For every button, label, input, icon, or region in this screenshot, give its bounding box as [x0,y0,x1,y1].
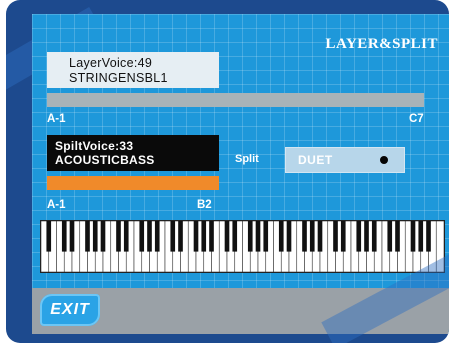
black-key[interactable] [426,221,431,252]
black-key[interactable] [263,221,269,252]
black-key[interactable] [201,221,207,252]
black-key[interactable] [69,221,75,252]
layer-range-end: C7 [409,113,424,125]
duet-label: DUET [298,153,333,167]
keyboard-keys [41,221,444,272]
layer-range-bar [47,93,424,107]
black-key[interactable] [340,221,346,252]
layer-range-start: A-1 [47,113,66,125]
black-key[interactable] [116,221,121,252]
black-key[interactable] [302,221,307,252]
black-key[interactable] [139,221,145,252]
exit-label: EXIT [50,301,90,318]
split-label: Split [235,153,259,165]
black-key[interactable] [61,221,67,252]
black-key[interactable] [247,221,253,252]
black-key[interactable] [224,221,230,252]
black-key[interactable] [178,221,183,252]
black-key[interactable] [387,221,393,252]
piano-keyboard-icon[interactable] [40,220,445,273]
black-key[interactable] [364,221,369,252]
black-key[interactable] [255,221,261,252]
black-key[interactable] [286,221,292,252]
black-key[interactable] [154,221,160,252]
black-key[interactable] [418,221,424,252]
duet-indicator-icon [380,156,388,164]
black-key[interactable] [333,221,338,252]
white-key[interactable] [435,221,444,272]
split-range-end: B2 [197,199,212,211]
black-key[interactable] [209,221,214,252]
black-key[interactable] [232,221,238,252]
black-key[interactable] [410,221,416,252]
layer-voice-display[interactable]: LayerVoice:49 STRINGENSBL1 [47,52,219,88]
black-key[interactable] [356,221,362,252]
black-key[interactable] [371,221,377,252]
layer-split-screen: LAYER&SPLIT LayerVoice:49 STRINGENSBL1 A… [32,14,449,334]
screen-title: LAYER&SPLIT [325,36,438,52]
split-range-start: A-1 [47,199,66,211]
black-key[interactable] [317,221,323,252]
black-key[interactable] [123,221,129,252]
black-key[interactable] [309,221,315,252]
black-key[interactable] [147,221,152,252]
layer-voice-label: LayerVoice:49 [69,56,153,70]
black-key[interactable] [278,221,284,252]
split-voice-label: SpiltVoice:33 [55,139,134,153]
split-voice-display[interactable]: SpiltVoice:33 ACOUSTICBASS [47,135,219,171]
exit-button[interactable]: EXIT [40,294,100,326]
split-voice-name: ACOUSTICBASS [55,153,155,167]
split-range-bar [47,176,219,190]
device-bezel: LAYER&SPLIT LayerVoice:49 STRINGENSBL1 A… [6,0,449,343]
black-key[interactable] [193,221,199,252]
black-key[interactable] [100,221,106,252]
black-key[interactable] [170,221,176,252]
black-key[interactable] [395,221,400,252]
black-key[interactable] [92,221,98,252]
black-key[interactable] [85,221,90,252]
layer-voice-name: STRINGENSBL1 [69,71,168,85]
duet-toggle[interactable]: DUET [285,147,405,173]
black-key[interactable] [46,221,52,252]
